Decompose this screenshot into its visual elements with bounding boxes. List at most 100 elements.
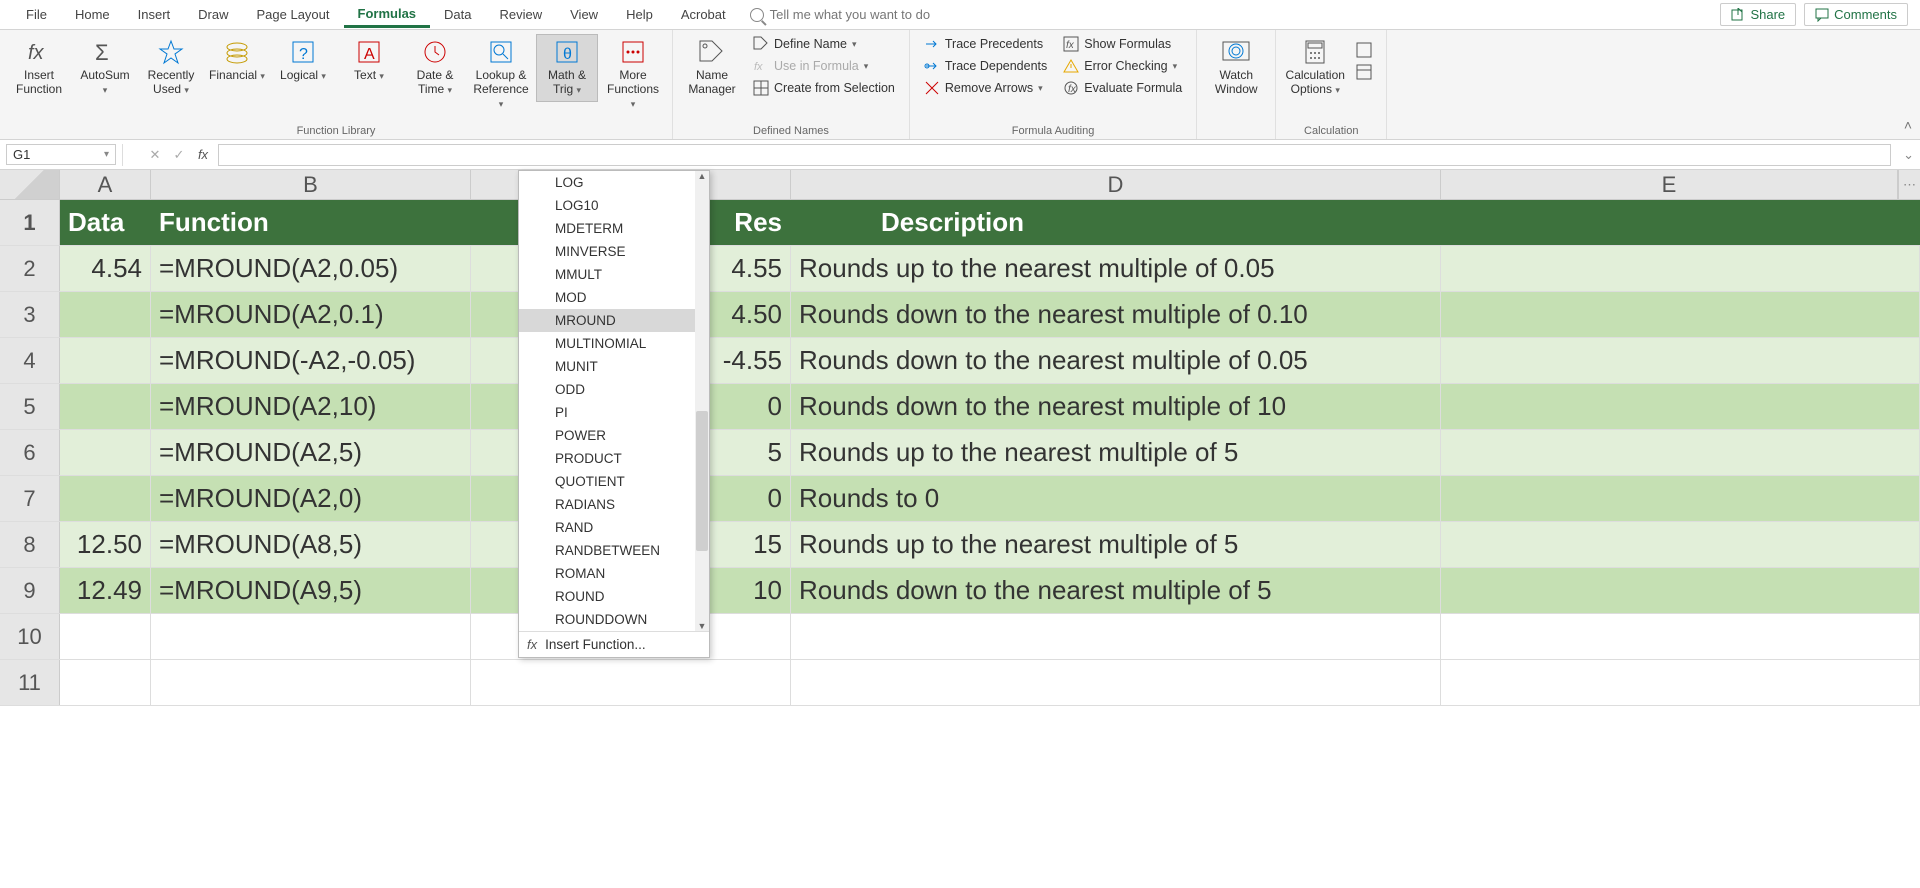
financial-button[interactable]: Financial ▾ <box>206 34 268 88</box>
cell-A5[interactable] <box>60 384 151 429</box>
row-header-1[interactable]: 1 <box>0 200 60 245</box>
select-all-corner[interactable] <box>0 170 60 199</box>
fx-button[interactable]: fx <box>194 147 212 162</box>
tell-me-search[interactable]: Tell me what you want to do <box>750 7 930 22</box>
dropdown-item-quotient[interactable]: QUOTIENT <box>519 470 709 493</box>
cell-D8[interactable]: Rounds up to the nearest multiple of 5 <box>791 522 1441 567</box>
dropdown-item-log10[interactable]: LOG10 <box>519 194 709 217</box>
trace-dependents-button[interactable]: Trace Dependents <box>918 56 1053 76</box>
cell-D7[interactable]: Rounds to 0 <box>791 476 1441 521</box>
comments-button[interactable]: Comments <box>1804 3 1908 26</box>
scroll-down-icon[interactable]: ▼ <box>698 621 707 631</box>
cell-E4[interactable] <box>1441 338 1920 383</box>
cell-D3[interactable]: Rounds down to the nearest multiple of 0… <box>791 292 1441 337</box>
tab-draw[interactable]: Draw <box>184 3 242 26</box>
cell-A1[interactable]: Data <box>60 200 151 245</box>
evaluate-formula-button[interactable]: fxEvaluate Formula <box>1057 78 1188 98</box>
cell-B4[interactable]: =MROUND(-A2,-0.05) <box>151 338 471 383</box>
error-checking-button[interactable]: Error Checking ▾ <box>1057 56 1188 76</box>
expand-formula-bar-button[interactable]: ⌄ <box>1897 147 1920 163</box>
cancel-formula-button[interactable]: ✕ <box>146 147 164 163</box>
cell-D10[interactable] <box>791 614 1441 659</box>
row-header-11[interactable]: 11 <box>0 660 60 705</box>
cell-D5[interactable]: Rounds down to the nearest multiple of 1… <box>791 384 1441 429</box>
define-name-button[interactable]: Define Name ▾ <box>747 34 901 54</box>
scroll-up-icon[interactable]: ▲ <box>698 171 707 181</box>
cell-B9[interactable]: =MROUND(A9,5) <box>151 568 471 613</box>
collapse-ribbon-button[interactable]: ˄ <box>1904 117 1912 133</box>
cell-D2[interactable]: Rounds up to the nearest multiple of 0.0… <box>791 246 1441 291</box>
create-from-selection-button[interactable]: Create from Selection <box>747 78 901 98</box>
more-functions-button[interactable]: More Functions ▾ <box>602 34 664 115</box>
cell-B10[interactable] <box>151 614 471 659</box>
cell-D1[interactable]: Description <box>791 200 1441 245</box>
cell-E5[interactable] <box>1441 384 1920 429</box>
insert-function-menu-item[interactable]: fx Insert Function... <box>519 632 709 657</box>
row-header-4[interactable]: 4 <box>0 338 60 383</box>
dropdown-item-pi[interactable]: PI <box>519 401 709 424</box>
dropdown-item-rounddown[interactable]: ROUNDDOWN <box>519 608 709 631</box>
tab-view[interactable]: View <box>556 3 612 26</box>
dropdown-item-power[interactable]: POWER <box>519 424 709 447</box>
expand-columns-button[interactable]: ⋯ <box>1898 170 1920 199</box>
cell-B11[interactable] <box>151 660 471 705</box>
cell-A3[interactable] <box>60 292 151 337</box>
cell-A11[interactable] <box>60 660 151 705</box>
col-header-D[interactable]: D <box>791 170 1441 199</box>
cell-E6[interactable] <box>1441 430 1920 475</box>
calculation-options-button[interactable]: Calculation Options ▾ <box>1284 34 1346 102</box>
recently-used-button[interactable]: Recently Used ▾ <box>140 34 202 102</box>
cell-E10[interactable] <box>1441 614 1920 659</box>
tab-home[interactable]: Home <box>61 3 124 26</box>
dropdown-item-rand[interactable]: RAND <box>519 516 709 539</box>
cell-A8[interactable]: 12.50 <box>60 522 151 567</box>
lookup-button[interactable]: Lookup & Reference ▾ <box>470 34 532 115</box>
enter-formula-button[interactable]: ✓ <box>170 147 188 163</box>
text-button[interactable]: A Text ▾ <box>338 34 400 88</box>
cell-E9[interactable] <box>1441 568 1920 613</box>
dropdown-item-mod[interactable]: MOD <box>519 286 709 309</box>
cell-E2[interactable] <box>1441 246 1920 291</box>
cell-A2[interactable]: 4.54 <box>60 246 151 291</box>
cell-B2[interactable]: =MROUND(A2,0.05) <box>151 246 471 291</box>
dropdown-item-radians[interactable]: RADIANS <box>519 493 709 516</box>
dropdown-item-randbetween[interactable]: RANDBETWEEN <box>519 539 709 562</box>
math-trig-button[interactable]: θ Math & Trig ▾ <box>536 34 598 102</box>
dropdown-item-round[interactable]: ROUND <box>519 585 709 608</box>
cell-D4[interactable]: Rounds down to the nearest multiple of 0… <box>791 338 1441 383</box>
cell-B8[interactable]: =MROUND(A8,5) <box>151 522 471 567</box>
row-header-6[interactable]: 6 <box>0 430 60 475</box>
tab-insert[interactable]: Insert <box>124 3 185 26</box>
cell-E7[interactable] <box>1441 476 1920 521</box>
cell-E8[interactable] <box>1441 522 1920 567</box>
cell-B3[interactable]: =MROUND(A2,0.1) <box>151 292 471 337</box>
cell-E1[interactable] <box>1441 200 1920 245</box>
tab-review[interactable]: Review <box>486 3 557 26</box>
row-header-7[interactable]: 7 <box>0 476 60 521</box>
logical-button[interactable]: ? Logical ▾ <box>272 34 334 88</box>
row-header-9[interactable]: 9 <box>0 568 60 613</box>
cell-A7[interactable] <box>60 476 151 521</box>
dropdown-item-product[interactable]: PRODUCT <box>519 447 709 470</box>
calc-now-button[interactable] <box>1350 40 1378 60</box>
row-header-5[interactable]: 5 <box>0 384 60 429</box>
col-header-A[interactable]: A <box>60 170 151 199</box>
row-header-3[interactable]: 3 <box>0 292 60 337</box>
tab-data[interactable]: Data <box>430 3 485 26</box>
col-header-E[interactable]: E <box>1441 170 1898 199</box>
remove-arrows-button[interactable]: Remove Arrows ▾ <box>918 78 1053 98</box>
dropdown-item-mdeterm[interactable]: MDETERM <box>519 217 709 240</box>
dropdown-item-roman[interactable]: ROMAN <box>519 562 709 585</box>
trace-precedents-button[interactable]: Trace Precedents <box>918 34 1053 54</box>
dropdown-item-mround[interactable]: MROUND <box>519 309 709 332</box>
dropdown-item-odd[interactable]: ODD <box>519 378 709 401</box>
date-time-button[interactable]: Date & Time ▾ <box>404 34 466 102</box>
cell-A9[interactable]: 12.49 <box>60 568 151 613</box>
cell-B7[interactable]: =MROUND(A2,0) <box>151 476 471 521</box>
cell-E11[interactable] <box>1441 660 1920 705</box>
dropdown-item-log[interactable]: LOG <box>519 171 709 194</box>
tab-acrobat[interactable]: Acrobat <box>667 3 740 26</box>
share-button[interactable]: Share <box>1720 3 1796 26</box>
tab-page-layout[interactable]: Page Layout <box>243 3 344 26</box>
cell-B1[interactable]: Function <box>151 200 471 245</box>
